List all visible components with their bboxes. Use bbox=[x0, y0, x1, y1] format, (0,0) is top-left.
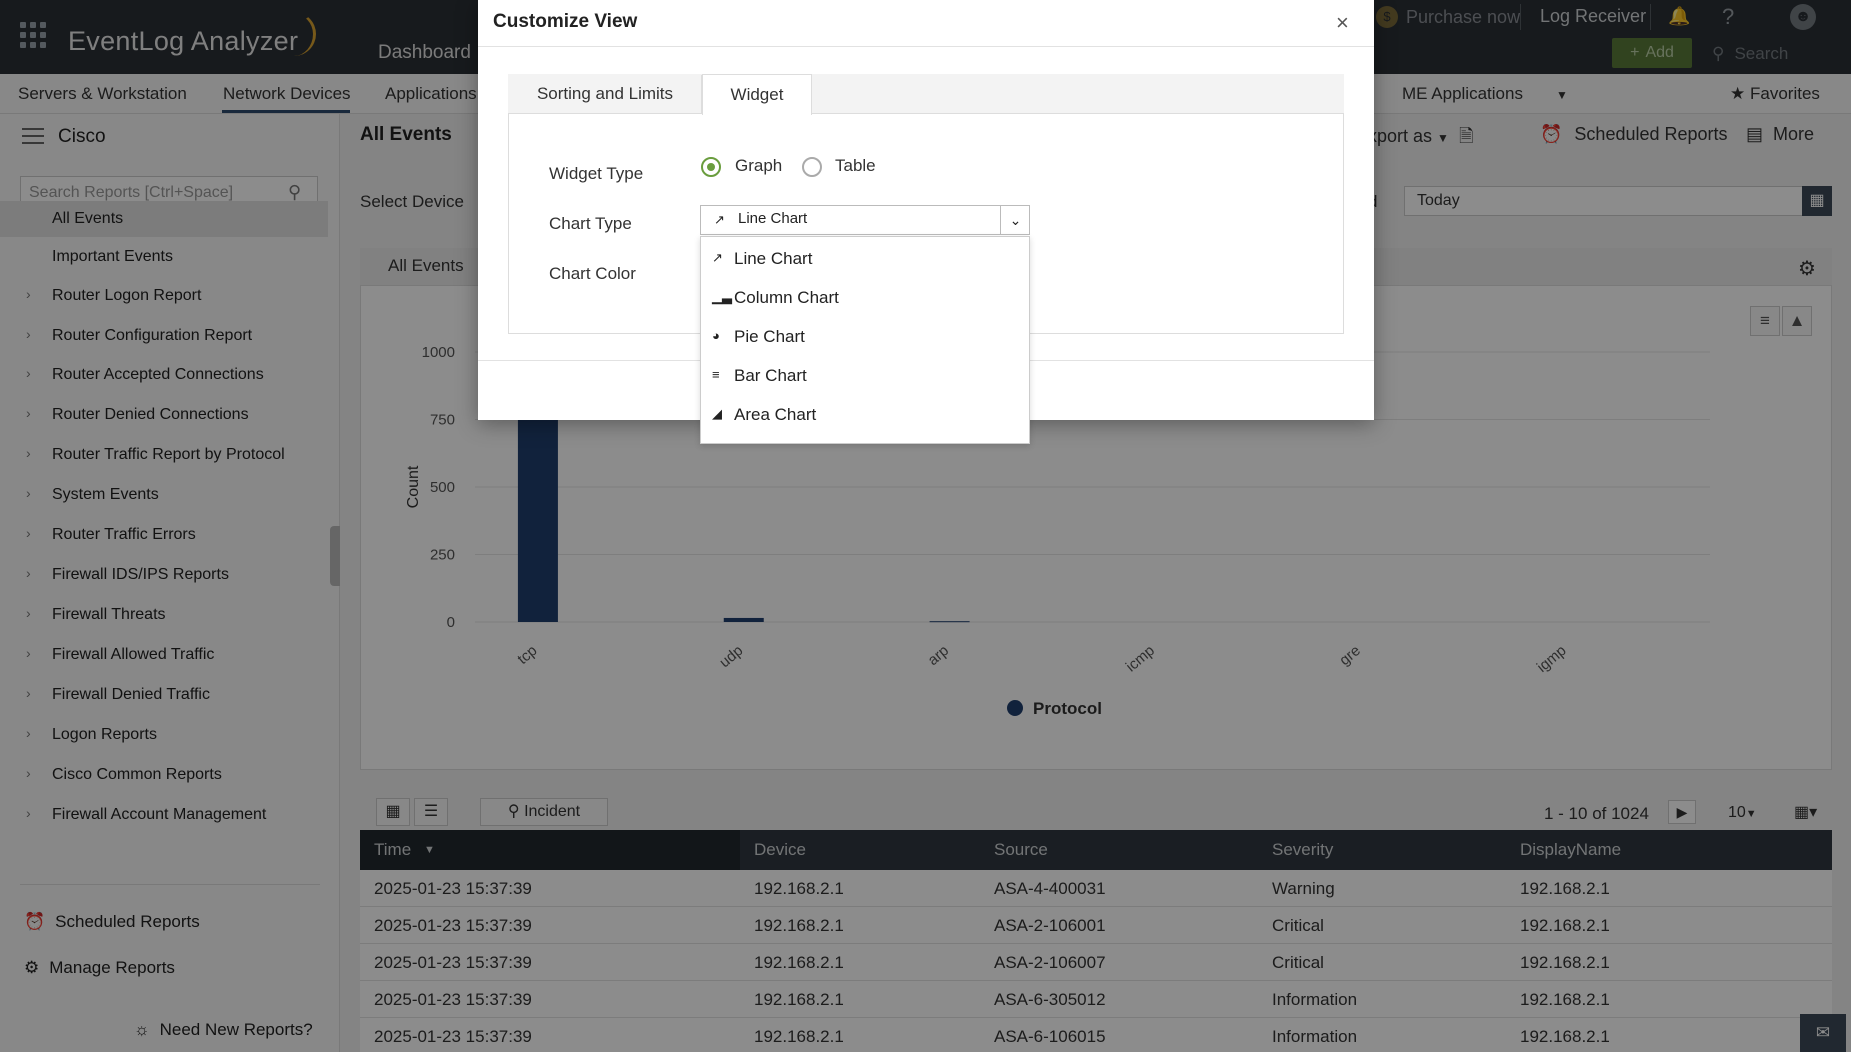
area-chart-icon: ◢ bbox=[712, 406, 722, 421]
chart-color-label: Chart Color bbox=[549, 264, 636, 283]
tab-widget[interactable]: Widget bbox=[702, 74, 812, 115]
close-icon[interactable]: × bbox=[1336, 10, 1349, 36]
chart-type-option[interactable]: ◢ Area Chart bbox=[700, 396, 1030, 434]
option-label: Column Chart bbox=[734, 288, 839, 307]
chart-type-option[interactable]: ↗ Line Chart bbox=[700, 240, 1030, 278]
bar-chart-icon: ≡ bbox=[712, 367, 720, 382]
modal-title: Customize View bbox=[493, 11, 638, 32]
table-radio-label[interactable]: Table bbox=[835, 156, 876, 176]
option-label: Pie Chart bbox=[734, 327, 805, 346]
line-chart-icon: ↗ bbox=[714, 212, 725, 227]
table-radio[interactable] bbox=[802, 157, 822, 177]
widget-type-label: Widget Type bbox=[549, 164, 644, 183]
chevron-down-icon[interactable]: ⌄ bbox=[1000, 205, 1030, 235]
graph-radio-label[interactable]: Graph bbox=[735, 156, 782, 176]
modal-divider bbox=[478, 46, 1374, 47]
tab-sorting-limits[interactable]: Sorting and Limits bbox=[509, 75, 702, 114]
chart-type-option[interactable]: ▁▃ Column Chart bbox=[700, 279, 1030, 317]
pie-chart-icon: ◕ bbox=[712, 328, 720, 343]
option-label: Area Chart bbox=[734, 405, 817, 424]
chart-type-value: Line Chart bbox=[738, 210, 808, 227]
chart-type-option[interactable]: ◕ Pie Chart bbox=[700, 318, 1030, 356]
chart-type-label: Chart Type bbox=[549, 214, 632, 233]
line-chart-icon: ↗ bbox=[712, 250, 723, 265]
option-label: Line Chart bbox=[734, 249, 813, 268]
column-chart-icon: ▁▃ bbox=[712, 289, 732, 304]
option-label: Bar Chart bbox=[734, 366, 807, 385]
chart-type-option[interactable]: ≡ Bar Chart bbox=[700, 357, 1030, 395]
graph-radio[interactable] bbox=[701, 157, 721, 177]
